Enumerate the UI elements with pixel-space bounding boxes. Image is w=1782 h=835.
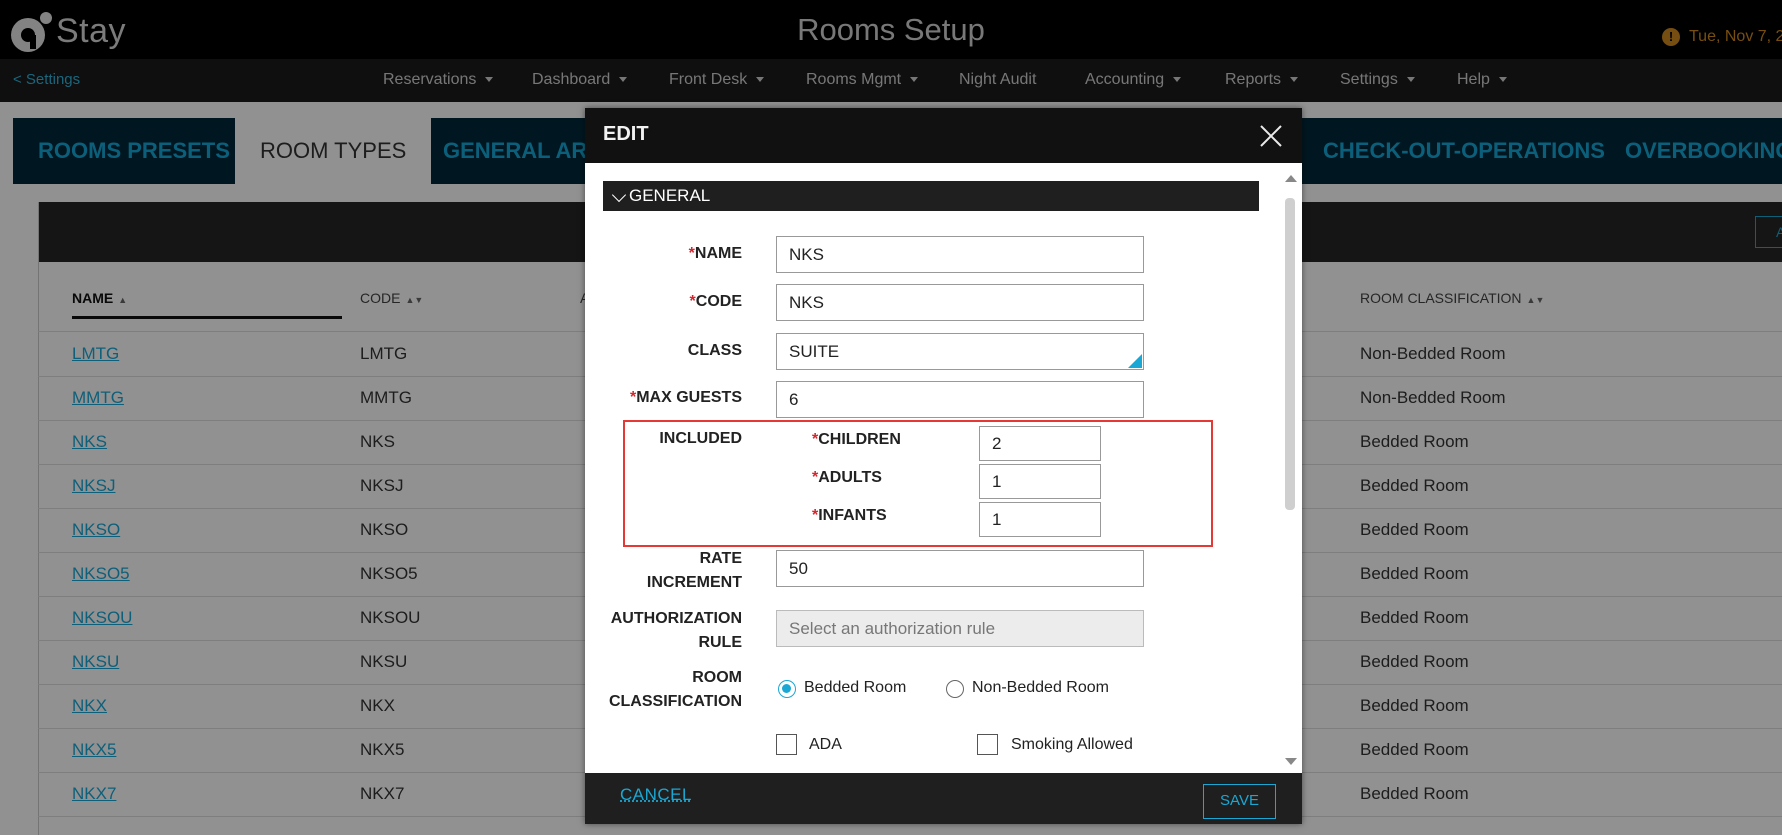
dropdown-corner-icon	[1128, 354, 1142, 368]
infants-input[interactable]: 1	[979, 502, 1101, 537]
scroll-down-icon[interactable]	[1285, 758, 1297, 765]
smoking-allowed-label[interactable]: Smoking Allowed	[1011, 736, 1133, 754]
dialog-header: EDIT	[585, 108, 1302, 163]
ada-checkbox[interactable]	[776, 734, 797, 755]
max-guests-label: *MAX GUESTS	[630, 386, 742, 410]
name-input[interactable]: NKS	[776, 236, 1144, 273]
infants-label: *INFANTS	[812, 507, 887, 525]
edit-room-type-dialog: EDIT GENERAL *NAME NKS *CODE NKS CLASS S…	[585, 108, 1302, 824]
dialog-title: EDIT	[603, 123, 649, 146]
close-icon[interactable]	[1258, 123, 1284, 149]
section-general-toggle[interactable]: GENERAL	[603, 181, 1259, 211]
chevron-down-icon	[612, 188, 626, 202]
max-guests-input[interactable]: 6	[776, 381, 1144, 418]
rate-increment-label: RATE INCREMENT	[647, 547, 742, 595]
code-input[interactable]: NKS	[776, 284, 1144, 321]
name-label: *NAME	[689, 242, 742, 266]
cancel-button[interactable]: CANCEL	[620, 785, 692, 805]
authorization-rule-label: AUTHORIZATION RULE	[611, 607, 742, 655]
adults-label: *ADULTS	[812, 469, 882, 487]
non-bedded-room-label[interactable]: Non-Bedded Room	[972, 679, 1109, 697]
bedded-room-radio[interactable]	[778, 680, 796, 698]
children-label: *CHILDREN	[812, 431, 901, 449]
room-classification-label: ROOM CLASSIFICATION	[609, 666, 742, 714]
bedded-room-label[interactable]: Bedded Room	[804, 679, 906, 697]
scroll-up-icon[interactable]	[1285, 175, 1297, 182]
non-bedded-room-radio[interactable]	[946, 680, 964, 698]
ada-label[interactable]: ADA	[809, 736, 842, 754]
smoking-allowed-checkbox[interactable]	[977, 734, 998, 755]
save-button[interactable]: SAVE	[1203, 784, 1276, 819]
rate-increment-input[interactable]: 50	[776, 550, 1144, 587]
adults-input[interactable]: 1	[979, 464, 1101, 499]
included-label: INCLUDED	[659, 427, 742, 451]
class-label: CLASS	[688, 339, 742, 363]
class-select[interactable]: SUITE	[776, 333, 1144, 370]
section-title: GENERAL	[629, 186, 710, 205]
authorization-rule-select[interactable]: Select an authorization rule	[776, 610, 1144, 647]
children-input[interactable]: 2	[979, 426, 1101, 461]
code-label: *CODE	[690, 290, 742, 314]
dialog-scrollbar[interactable]	[1279, 163, 1302, 773]
dialog-footer: CANCEL SAVE	[585, 773, 1302, 824]
dialog-body: GENERAL *NAME NKS *CODE NKS CLASS SUITE …	[585, 163, 1302, 773]
scroll-thumb[interactable]	[1285, 198, 1295, 510]
